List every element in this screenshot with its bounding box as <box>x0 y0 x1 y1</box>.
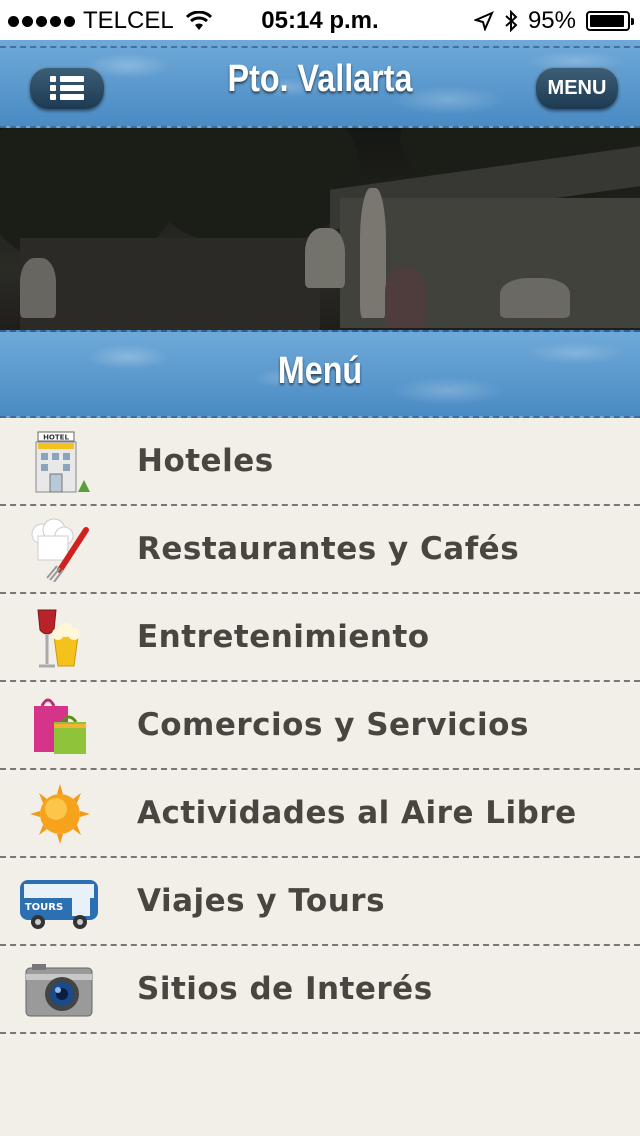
menu-item-comercios[interactable]: Comercios y Servicios <box>0 682 640 770</box>
menu-item-restaurantes[interactable]: Restaurantes y Cafés <box>0 506 640 594</box>
menu-item-viajes[interactable]: TOURS Viajes y Tours <box>0 858 640 946</box>
menu-item-label: Viajes y Tours <box>137 883 386 919</box>
menu-item-label: Actividades al Aire Libre <box>137 795 577 831</box>
bus-icon: TOURS <box>20 880 98 929</box>
bluetooth-icon <box>505 10 518 32</box>
status-bar: TELCEL 05:14 p.m. 95% <box>0 0 640 40</box>
menu-item-label: Sitios de Interés <box>137 971 433 1007</box>
menu-list: HOTEL Hoteles Restaurantes y Cafés Entre… <box>0 418 640 1034</box>
menu-item-label: Restaurantes y Cafés <box>137 531 520 567</box>
menu-item-hoteles[interactable]: HOTEL Hoteles <box>0 418 640 506</box>
sun-icon <box>30 784 90 844</box>
menu-button[interactable]: MENU <box>536 67 618 109</box>
menu-item-label: Entretenimiento <box>137 619 430 655</box>
location-arrow-icon <box>473 11 494 31</box>
menu-item-entretenimiento[interactable]: Entretenimiento <box>0 594 640 682</box>
nav-bar: Pto. Vallarta MENU <box>0 40 640 128</box>
bus-sign-text: TOURS <box>25 902 63 913</box>
chef-hat-fork-icon <box>31 518 89 582</box>
wine-popcorn-icon <box>37 609 80 668</box>
menu-item-label: Hoteles <box>137 443 274 479</box>
section-title: Menú <box>277 350 363 392</box>
battery-icon <box>586 11 634 31</box>
menu-item-label: Comercios y Servicios <box>137 707 529 743</box>
shopping-bags-icon <box>34 698 86 754</box>
banner-photo <box>0 128 640 330</box>
battery-percent: 95% <box>527 7 576 34</box>
page-title: Pto. Vallarta <box>227 58 413 100</box>
camera-icon <box>25 964 93 1017</box>
menu-item-actividades[interactable]: Actividades al Aire Libre <box>0 770 640 858</box>
section-header: Menú <box>0 330 640 418</box>
hotel-sign-text: HOTEL <box>43 434 69 442</box>
hotel-icon: HOTEL <box>35 431 90 493</box>
menu-item-sitios[interactable]: Sitios de Interés <box>0 946 640 1034</box>
